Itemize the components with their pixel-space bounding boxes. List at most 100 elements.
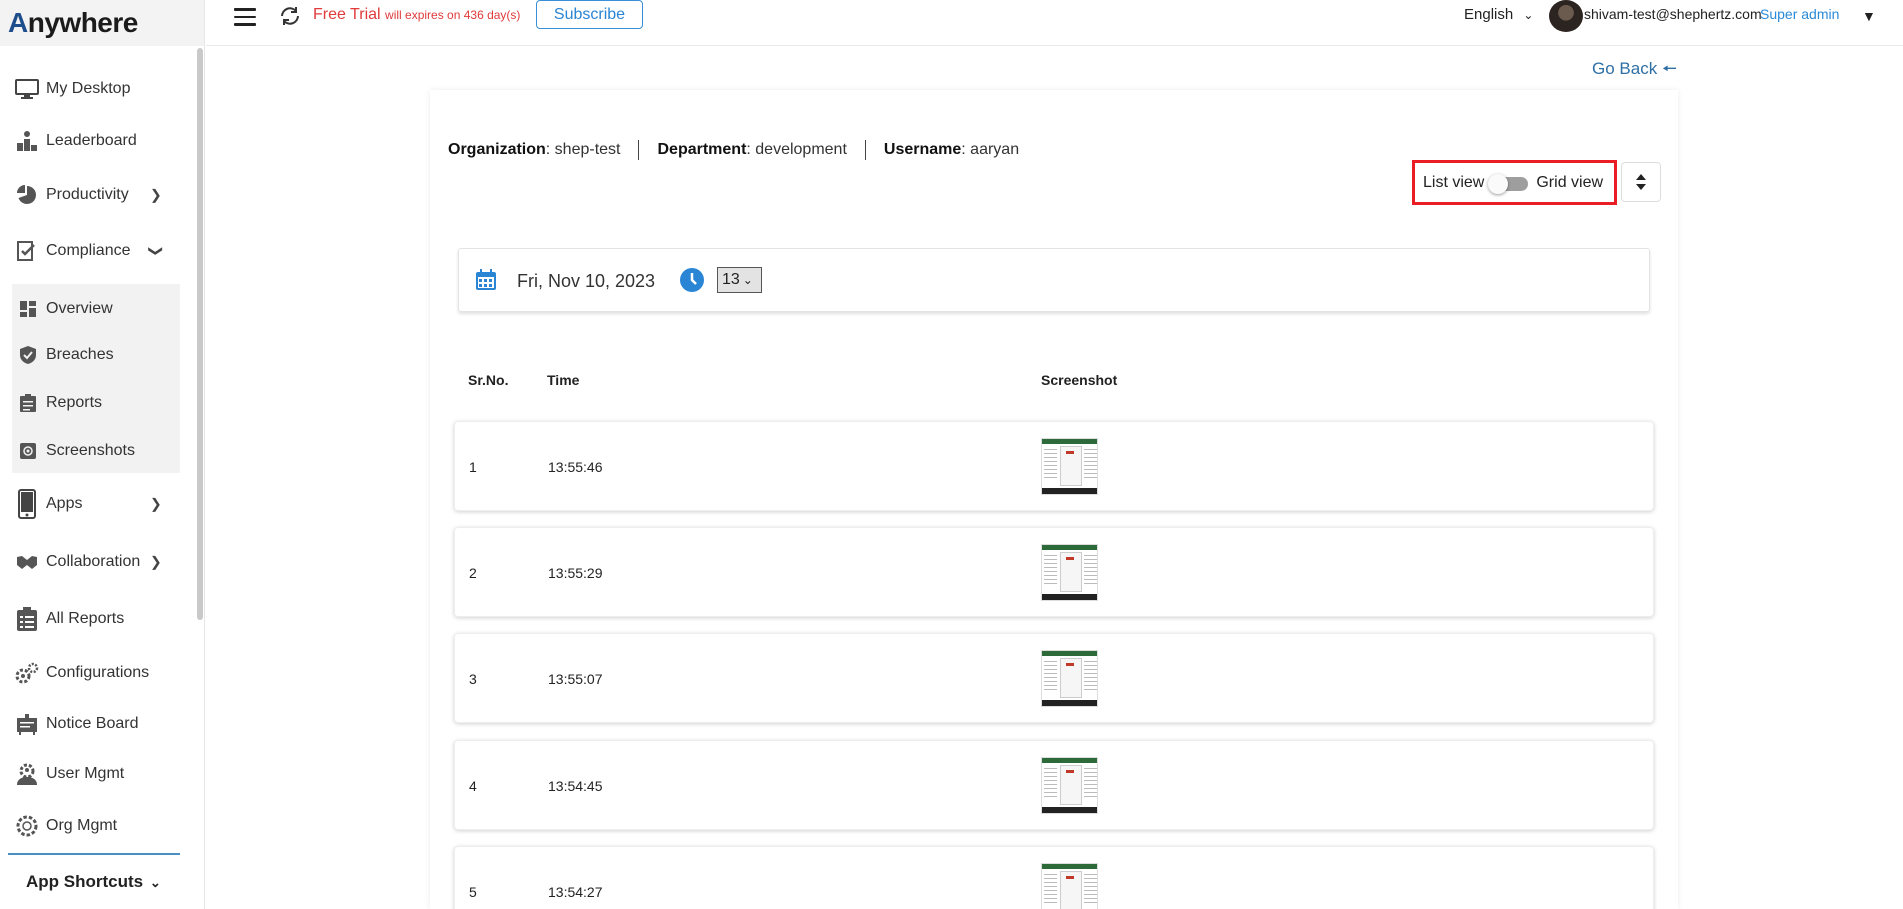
- selected-date[interactable]: Fri, Nov 10, 2023: [517, 271, 655, 292]
- go-back-link[interactable]: Go Back 🠔: [1592, 56, 1677, 85]
- sort-icon: [1636, 174, 1646, 190]
- submenu-item-overview[interactable]: Overview: [12, 296, 180, 322]
- monitor-icon: [14, 77, 40, 101]
- app-root: Anywhere My Desktop Leaderboard Producti…: [0, 0, 1903, 909]
- app-shortcuts-toggle[interactable]: App Shortcuts ⌄: [26, 872, 161, 892]
- chevron-right-icon: ❯: [150, 186, 162, 203]
- leaderboard-icon: [14, 129, 40, 153]
- caret-down-icon[interactable]: ▼: [1862, 8, 1876, 24]
- screenshot-thumbnail[interactable]: [1041, 650, 1098, 707]
- sort-button[interactable]: [1621, 162, 1661, 202]
- compliance-icon: [14, 239, 40, 263]
- sidebar-item-label: Productivity: [46, 186, 129, 203]
- sidebar-item-label: Configurations: [46, 664, 150, 681]
- grid-view-label: Grid view: [1536, 173, 1604, 191]
- sidebar-item-label: Leaderboard: [46, 132, 137, 149]
- row-time: 13:55:46: [548, 459, 603, 475]
- calendar-icon[interactable]: [475, 269, 497, 296]
- sidebar-item-notice-board[interactable]: Notice Board: [0, 711, 180, 737]
- date-filter-bar: Fri, Nov 10, 2023 13 ⌄: [458, 248, 1650, 312]
- sidebar-scrollbar[interactable]: [197, 48, 203, 620]
- shield-icon: [18, 345, 38, 365]
- logo-bar: Anywhere: [0, 0, 204, 46]
- sidebar-item-collaboration[interactable]: Collaboration ❯: [0, 549, 180, 575]
- sidebar-item-productivity[interactable]: Productivity ❯: [0, 182, 180, 208]
- screenshot-thumbnail[interactable]: [1041, 438, 1098, 495]
- chevron-right-icon: ❯: [150, 553, 162, 570]
- column-header-srno: Sr.No.: [468, 372, 509, 388]
- row-number: 5: [469, 884, 477, 900]
- logo-text: nywhere: [27, 7, 139, 38]
- avatar[interactable]: [1549, 0, 1583, 32]
- subscribe-button[interactable]: Subscribe: [536, 0, 643, 29]
- list-view-label: List view: [1423, 173, 1485, 191]
- user-role: Super admin: [1760, 6, 1840, 22]
- table-row: 2 13:55:29: [454, 527, 1654, 617]
- language-label: English: [1464, 6, 1514, 23]
- users-gear-icon: [14, 762, 40, 786]
- sidebar-item-apps[interactable]: Apps ❯: [0, 489, 180, 519]
- sidebar-item-configurations[interactable]: Configurations: [0, 660, 180, 686]
- logo-initial: A: [8, 7, 28, 38]
- clipboard-list-icon: [14, 607, 40, 631]
- table-row: 4 13:54:45: [454, 740, 1654, 830]
- sidebar-item-org-mgmt[interactable]: Org Mgmt: [0, 813, 180, 839]
- submenu-item-reports[interactable]: Reports: [12, 390, 180, 416]
- row-time: 13:54:27: [548, 884, 603, 900]
- view-switch[interactable]: [1488, 173, 1530, 194]
- compliance-submenu: Overview Breaches Reports Screenshots: [12, 284, 180, 473]
- sidebar-item-leaderboard[interactable]: Leaderboard: [0, 128, 180, 154]
- hour-value: 13: [722, 271, 740, 288]
- screenshots-card: Organization : shep-test Department : de…: [430, 90, 1678, 909]
- sidebar-item-all-reports[interactable]: All Reports: [0, 606, 180, 632]
- row-time: 13:55:29: [548, 565, 603, 581]
- username-value: : aaryan: [961, 141, 1020, 158]
- chevron-right-icon: ❯: [150, 495, 162, 512]
- sidebar-item-compliance[interactable]: Compliance ❯: [0, 238, 180, 264]
- sidebar-item-label: All Reports: [46, 610, 125, 627]
- sidebar-item-label: Org Mgmt: [46, 817, 118, 834]
- pie-chart-icon: [14, 183, 40, 207]
- sidebar: Anywhere My Desktop Leaderboard Producti…: [0, 0, 205, 909]
- submenu-item-label: Screenshots: [46, 442, 135, 459]
- arrow-left-icon: 🠔: [1661, 59, 1677, 78]
- mobile-icon: [14, 489, 40, 519]
- sync-icon[interactable]: [278, 4, 302, 28]
- language-select[interactable]: English ⌄: [1464, 6, 1533, 23]
- handshake-icon: [14, 550, 40, 574]
- brand-logo[interactable]: Anywhere: [8, 7, 138, 39]
- sidebar-item-label: My Desktop: [46, 80, 131, 97]
- submenu-item-label: Breaches: [46, 346, 114, 363]
- organization-label: Organization: [448, 141, 546, 158]
- chevron-down-icon: ⌄: [149, 875, 161, 890]
- divider: [638, 140, 640, 160]
- dashboard-icon: [18, 299, 38, 319]
- table-row: 5 13:54:27: [454, 846, 1654, 909]
- submenu-item-label: Reports: [46, 394, 103, 411]
- user-info-bar: Organization : shep-test Department : de…: [448, 140, 1019, 160]
- chevron-down-icon: ❯: [148, 245, 165, 257]
- row-time: 13:54:45: [548, 778, 603, 794]
- column-header-time: Time: [547, 372, 580, 388]
- row-time: 13:55:07: [548, 671, 603, 687]
- department-label: Department: [657, 141, 747, 158]
- row-number: 2: [469, 565, 477, 581]
- sidebar-item-label: Apps: [46, 495, 83, 512]
- screenshot-thumbnail[interactable]: [1041, 544, 1098, 601]
- hour-select[interactable]: 13 ⌄: [717, 267, 762, 293]
- trial-note: will expires on 436 day(s): [385, 8, 521, 22]
- sidebar-item-label: Compliance: [46, 242, 131, 259]
- submenu-item-screenshots[interactable]: Screenshots: [12, 438, 180, 464]
- hamburger-menu-icon[interactable]: [234, 8, 256, 26]
- screenshot-thumbnail[interactable]: [1041, 757, 1098, 814]
- sidebar-item-user-mgmt[interactable]: User Mgmt: [0, 761, 180, 787]
- clock-icon: [679, 267, 705, 298]
- free-trial-notice: Free Trial will expires on 436 day(s): [313, 6, 520, 24]
- sidebar-item-my-desktop[interactable]: My Desktop: [0, 76, 180, 102]
- screenshot-thumbnail[interactable]: [1041, 863, 1098, 909]
- submenu-item-label: Overview: [46, 300, 113, 317]
- table-row: 1 13:55:46: [454, 421, 1654, 511]
- divider: [8, 853, 180, 855]
- submenu-item-breaches[interactable]: Breaches: [12, 342, 180, 368]
- org-gear-icon: [14, 814, 40, 838]
